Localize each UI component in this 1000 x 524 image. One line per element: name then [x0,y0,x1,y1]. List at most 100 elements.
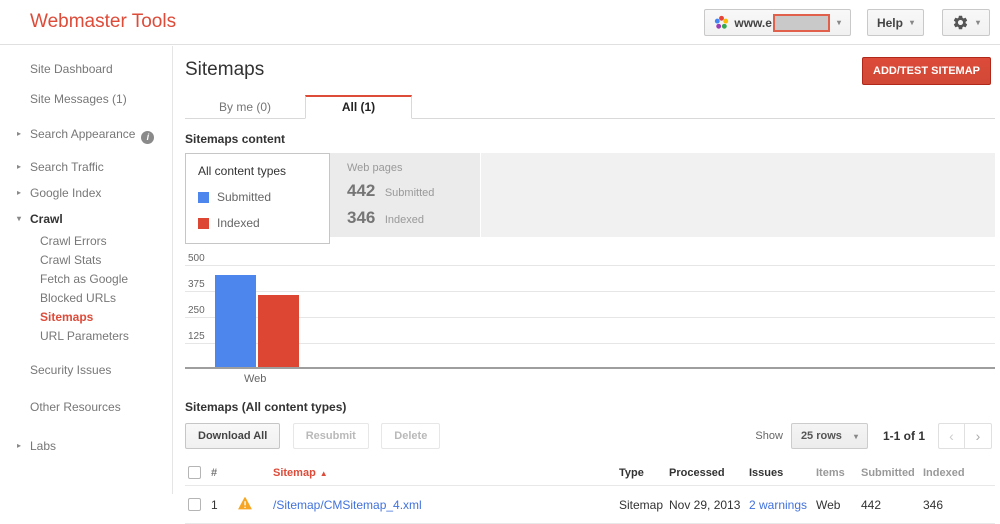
row-processed: Nov 29, 2013 [669,486,749,524]
legend-label-submitted: Submitted [217,190,271,204]
tab-all[interactable]: All (1) [305,95,412,119]
chevron-right-icon: ▸ [17,441,21,450]
sidebar-item-blocked-urls[interactable]: Blocked URLs [0,289,172,308]
indexed-label: Indexed [385,214,424,226]
sidebar-item-label: Blocked URLs [40,291,116,305]
sidebar-item-label: Crawl [30,212,63,226]
bar-indexed [258,295,299,367]
rows-per-page-dropdown[interactable]: 25 rows ▾ [791,423,868,449]
tab-bar: By me (0) All (1) [185,95,995,119]
sidebar-item-other-resources[interactable]: Other Resources [0,394,172,420]
delete-button[interactable]: Delete [381,423,440,449]
sidebar-item-sitemaps[interactable]: Sitemaps [0,308,172,327]
warnings-link[interactable]: 2 warnings [749,498,807,512]
sidebar-item-crawl-errors[interactable]: Crawl Errors [0,232,172,251]
column-header-sitemap[interactable]: Sitemap▲ [273,461,619,486]
help-dropdown-button[interactable]: Help ▾ [867,9,924,36]
table-row: 1 /Sitemap/CMSitemap_4.xml Sitemap Nov 2… [185,486,995,524]
next-page-button[interactable]: › [965,423,992,449]
sidebar-item-label: Crawl Stats [40,253,101,267]
sidebar-item-label: Crawl Errors [40,234,107,248]
y-tick-label: 250 [188,305,205,316]
chevron-right-icon: ▸ [17,129,21,138]
row-submitted: 442 [861,486,923,524]
resubmit-button[interactable]: Resubmit [293,423,369,449]
sidebar-item-google-index[interactable]: ▸ Google Index [0,180,172,206]
column-header-issues[interactable]: Issues [749,461,816,486]
sidebar-item-label: Labs [30,439,56,453]
sidebar-nav: Site Dashboard Site Messages (1) ▸ Searc… [0,46,173,494]
content-type-selector-card[interactable]: All content types Submitted Indexed [185,153,330,244]
site-selector-label: www.e [734,16,772,30]
page-title: Sitemaps [185,59,264,81]
pagination-range: 1-1 of 1 [883,429,925,443]
column-header-processed[interactable]: Processed [669,461,749,486]
sidebar-item-label: Sitemaps [40,310,93,324]
settings-dropdown-button[interactable]: ▾ [942,9,990,36]
chevron-right-icon: ▸ [17,188,21,197]
x-axis-category-label: Web [185,373,995,385]
warning-icon [237,496,253,510]
content-type-title: All content types [198,164,329,178]
sidebar-item-label: Site Messages (1) [30,92,127,106]
sitemaps-content-heading: Sitemaps content [185,132,995,146]
select-all-checkbox[interactable] [188,466,201,479]
indexed-count: 346 [347,208,375,227]
sidebar-item-site-dashboard[interactable]: Site Dashboard [0,56,172,82]
row-items: Web [816,486,861,524]
sidebar-item-url-parameters[interactable]: URL Parameters [0,327,172,346]
chevron-down-icon: ▾ [854,432,858,441]
submitted-count: 442 [347,181,375,200]
column-header-submitted[interactable]: Submitted [861,461,923,486]
sidebar-item-labs[interactable]: ▸ Labs [0,433,172,459]
y-tick-label: 500 [188,253,205,264]
x-axis-line [185,367,995,369]
sidebar-item-fetch-as-google[interactable]: Fetch as Google [0,270,172,289]
sidebar-item-label: Fetch as Google [40,272,128,286]
rows-per-page-value: 25 rows [801,430,842,442]
sidebar-item-label: Search Traffic [30,160,104,174]
previous-page-button[interactable]: ‹ [938,423,965,449]
table-header-row: # Sitemap▲ Type Processed Issues Items S… [185,461,995,486]
sitemaps-table: # Sitemap▲ Type Processed Issues Items S… [185,461,995,524]
legend-swatch-indexed [198,218,209,229]
sidebar-item-crawl[interactable]: ▾ Crawl [0,206,172,232]
tab-by-me[interactable]: By me (0) [185,95,305,118]
sitemaps-bar-chart: 500 375 250 125 Web [185,255,995,385]
redacted-site-name [773,14,830,32]
row-indexed: 346 [923,486,995,524]
gridline: 500 [185,265,995,266]
sort-ascending-icon: ▲ [320,469,328,478]
gridline: 375 [185,291,995,292]
sitemap-link[interactable]: /Sitemap/CMSitemap_4.xml [273,498,422,512]
sidebar-item-label: Search Appearance [30,127,135,141]
table-toolbar: Download All Resubmit Delete Show 25 row… [185,423,995,450]
sidebar-item-search-traffic[interactable]: ▸ Search Traffic [0,154,172,180]
sidebar-item-security-issues[interactable]: Security Issues [0,357,172,383]
column-header-items[interactable]: Items [816,461,861,486]
sidebar-item-label: Google Index [30,186,101,200]
submitted-label: Submitted [385,187,435,199]
sidebar-item-label: URL Parameters [40,329,129,343]
gridline: 125 [185,343,995,344]
main-content: Sitemaps ADD/TEST SITEMAP By me (0) All … [185,45,995,524]
sidebar-item-search-appearance[interactable]: ▸ Search Appearance i [0,121,172,150]
sitemaps-table-heading: Sitemaps (All content types) [185,400,995,414]
info-icon[interactable]: i [141,131,154,144]
sidebar-item-crawl-stats[interactable]: Crawl Stats [0,251,172,270]
sidebar-item-site-messages[interactable]: Site Messages (1) [0,86,172,112]
y-tick-label: 375 [188,279,205,290]
download-all-button[interactable]: Download All [185,423,280,449]
column-header-indexed[interactable]: Indexed [923,461,995,486]
add-test-sitemap-button[interactable]: ADD/TEST SITEMAP [862,57,991,85]
site-selector-dropdown[interactable]: www.e ▾ [704,9,851,36]
sidebar-item-label: Security Issues [30,363,111,377]
row-checkbox[interactable] [188,498,201,511]
app-title: Webmaster Tools [30,11,176,33]
y-tick-label: 125 [188,331,205,342]
web-pages-summary-card[interactable]: Web pages 442 Submitted 346 Indexed [330,153,481,237]
chevron-down-icon: ▾ [910,18,914,27]
gridline: 250 [185,317,995,318]
column-header-type[interactable]: Type [619,461,669,486]
summary-panel: Web pages 442 Submitted 346 Indexed [330,153,995,237]
